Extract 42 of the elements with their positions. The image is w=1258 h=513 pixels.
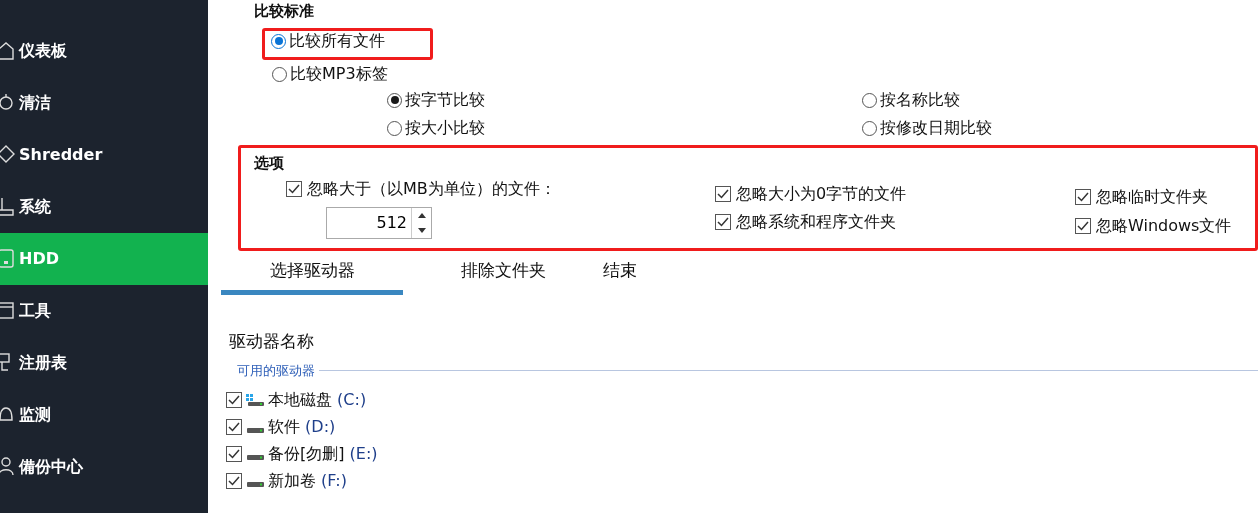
checkbox-option[interactable]: 忽略大小为0字节的文件 bbox=[715, 184, 907, 204]
drive-item[interactable]: 新加卷 (F:) bbox=[226, 467, 378, 494]
section-title: 比较标准 bbox=[254, 1, 314, 22]
checkbox-option[interactable]: 忽略临时文件夹 bbox=[1075, 187, 1208, 207]
down-arrow-icon bbox=[417, 228, 426, 233]
sidebar-item[interactable]: 工具 bbox=[0, 285, 208, 337]
up-arrow-icon bbox=[417, 213, 426, 218]
sidebar-item[interactable]: 仪表板 bbox=[0, 25, 208, 77]
sidebar-item[interactable]: 监测 bbox=[0, 389, 208, 441]
drive-label: 软件 (D:) bbox=[268, 415, 336, 438]
drive-label: 新加卷 (F:) bbox=[268, 469, 347, 492]
radio-option[interactable]: 按字节比较 bbox=[387, 90, 862, 110]
window-icon bbox=[0, 300, 16, 322]
checkbox-option[interactable]: 忽略系统和程序文件夹 bbox=[715, 212, 896, 232]
drive-item[interactable]: 备份[勿删] (E:) bbox=[226, 440, 378, 467]
radio-option[interactable]: 按名称比较 bbox=[862, 90, 992, 110]
sidebar-item[interactable]: 系统 bbox=[0, 181, 208, 233]
sidebar-item[interactable]: 注册表 bbox=[0, 337, 208, 389]
sidebar-item[interactable]: 備份中心 bbox=[0, 441, 208, 493]
sidebar-item[interactable]: Shredder bbox=[0, 129, 208, 181]
sidebar-item[interactable]: 清洁 bbox=[0, 77, 208, 129]
drive-label: 本地磁盘 (C:) bbox=[268, 388, 367, 411]
drive-icon bbox=[0, 248, 16, 270]
radio-option[interactable]: 按修改日期比较 bbox=[862, 118, 992, 138]
drive-item[interactable]: 本地磁盘 (C:) bbox=[226, 386, 378, 413]
drive-label: 备份[勿删] (E:) bbox=[268, 442, 378, 465]
number-spinner[interactable]: 512 bbox=[326, 207, 432, 239]
checkbox-option[interactable]: 忽略大于（以MB为单位）的文件： bbox=[286, 179, 556, 199]
group-label: 可用的驱动器 bbox=[237, 362, 315, 380]
tab[interactable]: 排除文件夹 bbox=[403, 258, 603, 295]
person-icon bbox=[0, 456, 16, 478]
column-header: 驱动器名称 bbox=[229, 330, 314, 353]
radio-option[interactable]: 按大小比较 bbox=[387, 118, 862, 138]
checkbox-option[interactable]: 忽略Windows文件 bbox=[1075, 216, 1232, 236]
section-title: 选项 bbox=[254, 153, 284, 174]
radio-option[interactable]: 比较所有文件 bbox=[271, 31, 385, 51]
tab[interactable]: 选择驱动器 bbox=[221, 258, 403, 295]
radio-option[interactable]: 比较MP3标签 bbox=[272, 64, 388, 84]
tab[interactable]: 结束 bbox=[603, 258, 723, 295]
drive-item[interactable]: 软件 (D:) bbox=[226, 413, 378, 440]
monitor-icon bbox=[0, 196, 16, 218]
house-icon bbox=[0, 40, 16, 62]
